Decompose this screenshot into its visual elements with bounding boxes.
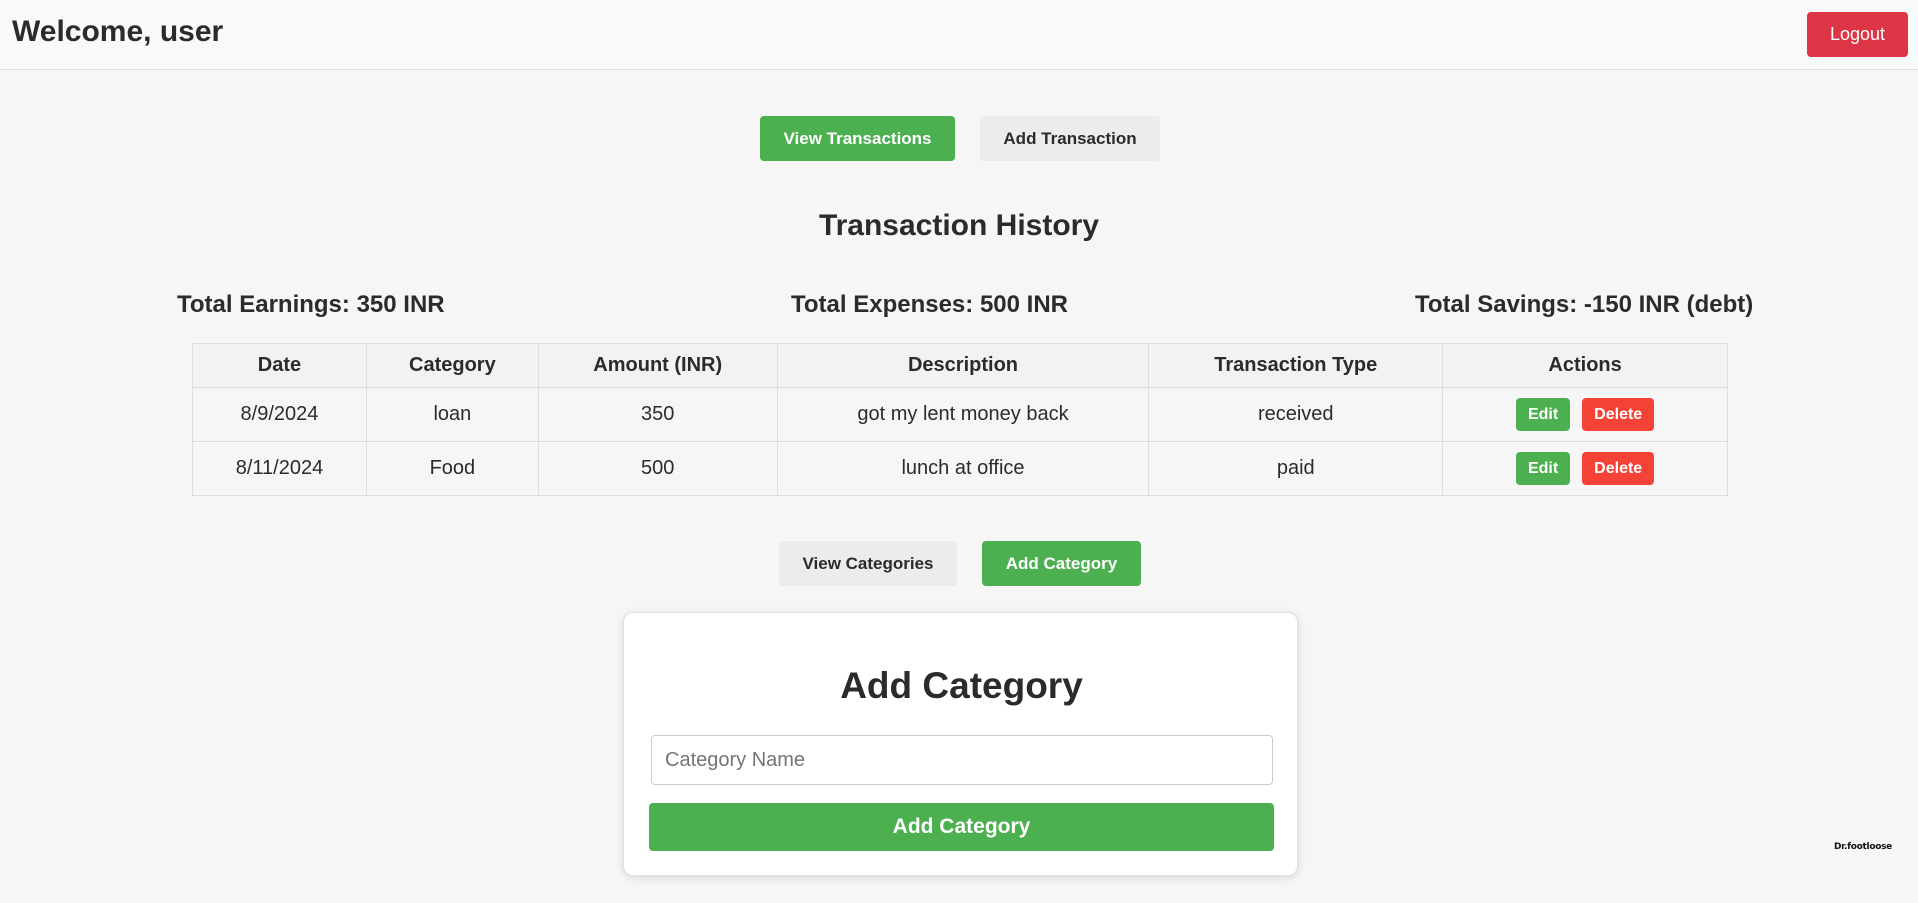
cell-description: got my lent money back [776, 387, 1150, 442]
cell-category: Food [365, 441, 539, 496]
cell-actions: Edit Delete [1442, 387, 1728, 442]
add-transaction-button[interactable]: Add Transaction [980, 116, 1160, 161]
cell-amount: 350 [537, 387, 778, 442]
add-category-tab-button[interactable]: Add Category [982, 541, 1141, 586]
column-header-amount: Amount (INR) [537, 343, 778, 388]
cell-transaction-type: received [1148, 387, 1444, 442]
column-header-category: Category [365, 343, 539, 388]
total-earnings: Total Earnings: 350 INR [177, 291, 445, 318]
logout-button[interactable]: Logout [1807, 12, 1908, 57]
delete-button[interactable]: Delete [1582, 398, 1655, 431]
column-header-date: Date [192, 343, 367, 388]
table-row: 8/9/2024 loan 350 got my lent money back… [192, 387, 1728, 442]
cell-date: 8/9/2024 [192, 387, 367, 442]
cell-amount: 500 [537, 441, 778, 496]
add-category-title: Add Category [840, 665, 1083, 706]
watermark-logo: Dr.footloose [1834, 842, 1892, 852]
table-row: 8/11/2024 Food 500 lunch at office paid … [192, 441, 1728, 496]
column-header-transaction-type: Transaction Type [1148, 343, 1444, 388]
view-categories-button[interactable]: View Categories [779, 541, 957, 586]
total-savings: Total Savings: -150 INR (debt) [1415, 291, 1754, 318]
cell-category: loan [365, 387, 539, 442]
cell-date: 8/11/2024 [192, 441, 367, 496]
delete-button[interactable]: Delete [1582, 452, 1655, 485]
transaction-history-title: Transaction History [818, 209, 1100, 242]
table-header-row: Date Category Amount (INR) Description T… [192, 343, 1728, 388]
cell-transaction-type: paid [1148, 441, 1444, 496]
category-name-input[interactable] [651, 735, 1273, 785]
edit-button[interactable]: Edit [1515, 398, 1571, 431]
total-expenses: Total Expenses: 500 INR [791, 291, 1068, 318]
column-header-description: Description [776, 343, 1150, 388]
add-category-card: Add Category Add Category [623, 612, 1298, 876]
edit-button[interactable]: Edit [1515, 452, 1571, 485]
top-navbar: Welcome, user Logout [0, 0, 1918, 70]
view-transactions-button[interactable]: View Transactions [760, 116, 955, 161]
cell-actions: Edit Delete [1442, 441, 1728, 496]
welcome-heading: Welcome, user [12, 15, 224, 48]
transactions-table: Date Category Amount (INR) Description T… [192, 343, 1728, 496]
add-category-submit-button[interactable]: Add Category [649, 803, 1274, 851]
column-header-actions: Actions [1442, 343, 1728, 388]
cell-description: lunch at office [776, 441, 1150, 496]
